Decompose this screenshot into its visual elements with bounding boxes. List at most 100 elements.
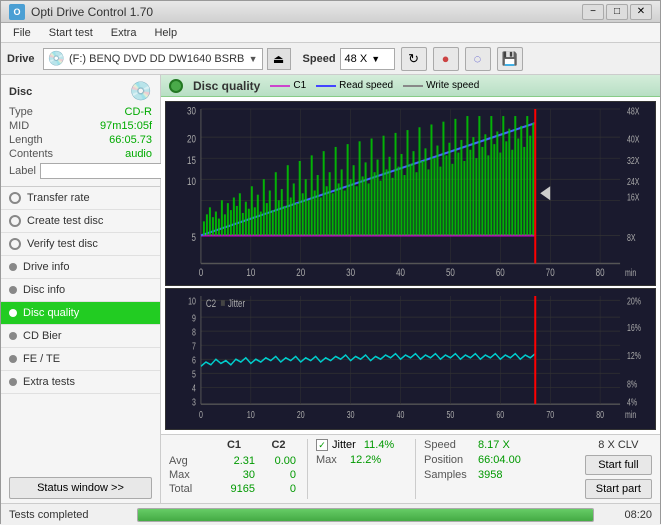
jitter-checkbox[interactable]: ✓ [316,439,328,451]
svg-text:40: 40 [396,267,405,280]
nav-icon-create-test-disc [9,215,21,227]
nav-label-verify-test-disc: Verify test disc [27,238,98,250]
nav-item-create-test-disc[interactable]: Create test disc [1,210,160,233]
burn-button[interactable]: ● [433,47,459,71]
disc-type-value: CD-R [125,106,153,118]
svg-text:8X: 8X [627,232,636,244]
menu-help[interactable]: Help [146,25,185,41]
svg-text:40X: 40X [627,134,640,146]
svg-text:8: 8 [192,326,196,338]
menu-extra[interactable]: Extra [103,25,145,41]
svg-text:Jitter: Jitter [228,298,246,311]
svg-text:30: 30 [187,105,196,118]
avg-c1: 2.31 [213,455,255,467]
save-button[interactable]: 💾 [497,47,523,71]
drivebar: Drive 💿 (F:) BENQ DVD DD DW1640 BSRB ▼ ⏏… [1,43,660,75]
svg-text:20: 20 [297,409,305,421]
nav-icon-disc-quality [9,309,17,317]
svg-text:7: 7 [192,340,196,352]
nav-item-transfer-rate[interactable]: Transfer rate [1,187,160,210]
nav-label-fe-te: FE / TE [23,353,60,365]
speed-type: 8 X CLV [585,439,652,451]
nav-item-disc-quality[interactable]: Disc quality [1,302,160,325]
jitter-max-label: Max [316,454,344,466]
stats-panel: C1 C2 Avg 2.31 0.00 Max 30 0 Total 9165 … [161,434,660,503]
nav-item-cd-bier[interactable]: CD Bier [1,325,160,348]
menubar: File Start test Extra Help [1,23,660,43]
svg-text:60: 60 [496,267,505,280]
position-val: 66:04.00 [478,454,521,466]
main-layout: Disc 💿 Type CD-R MID 97m15:05f Length 66… [1,75,660,503]
chart-header-icon [169,79,183,93]
svg-text:min: min [625,267,636,279]
svg-text:16X: 16X [627,191,640,203]
nav-icon-verify-test-disc [9,238,21,250]
legend-c1: C1 [270,80,306,91]
nav-label-transfer-rate: Transfer rate [27,192,90,204]
menu-start-test[interactable]: Start test [41,25,101,41]
col-blank [169,439,207,451]
disc-mid-value: 97m15:05f [100,120,152,132]
nav-item-fe-te[interactable]: FE / TE [1,348,160,371]
legend-c1-color [270,85,290,87]
nav-item-disc-info[interactable]: Disc info [1,279,160,302]
start-full-button[interactable]: Start full [585,455,652,475]
erase-button[interactable]: ◌ [465,47,491,71]
drive-dropdown-arrow: ▼ [249,54,258,64]
disc-contents-value: audio [125,148,152,160]
svg-text:40: 40 [397,409,405,421]
nav-item-extra-tests[interactable]: Extra tests [1,371,160,394]
legend-write-color [403,85,423,87]
max-label: Max [169,469,207,481]
legend-read-color [316,85,336,87]
svg-text:6: 6 [192,354,196,366]
maximize-button[interactable]: □ [606,4,628,20]
disc-contents-row: Contents audio [9,148,152,160]
disc-type-label: Type [9,106,33,118]
svg-text:50: 50 [446,267,455,280]
svg-text:50: 50 [447,409,455,421]
minimize-button[interactable]: − [582,4,604,20]
col-c2-header: C2 [261,439,296,451]
nav-item-verify-test-disc[interactable]: Verify test disc [1,233,160,256]
menu-file[interactable]: File [5,25,39,41]
col-c1-header: C1 [213,439,255,451]
top-chart: 30 20 15 10 5 0 10 20 30 40 50 60 70 80 … [165,101,656,286]
jitter-label: Jitter [332,439,356,451]
svg-text:10: 10 [188,295,196,307]
top-chart-svg: 30 20 15 10 5 0 10 20 30 40 50 60 70 80 … [166,102,655,285]
total-label: Total [169,483,207,495]
eject-button[interactable]: ⏏ [267,48,291,70]
disc-icon: 💿 [130,81,152,102]
close-button[interactable]: ✕ [630,4,652,20]
bottom-chart-svg: 10 9 8 7 6 5 4 3 0 10 20 30 40 50 60 70 [166,289,655,429]
nav-items: Transfer rate Create test disc Verify te… [1,187,160,473]
svg-text:20%: 20% [627,295,641,307]
disc-mid-row: MID 97m15:05f [9,120,152,132]
jitter-max-val: 12.2% [350,454,381,466]
nav-icon-drive-info [9,263,17,271]
start-part-button[interactable]: Start part [585,479,652,499]
drive-icon: 💿 [48,50,65,67]
legend-read-label: Read speed [339,80,393,91]
refresh-button[interactable]: ↻ [401,47,427,71]
sidebar: Disc 💿 Type CD-R MID 97m15:05f Length 66… [1,75,161,503]
chart-title: Disc quality [193,79,260,93]
drive-select[interactable]: 💿 (F:) BENQ DVD DD DW1640 BSRB ▼ [43,48,263,70]
titlebar: O Opti Drive Control 1.70 − □ ✕ [1,1,660,23]
titlebar-left: O Opti Drive Control 1.70 [9,4,153,20]
titlebar-controls: − □ ✕ [582,4,652,20]
legend-c1-label: C1 [293,80,306,91]
nav-icon-disc-info [9,286,17,294]
chart-legend: C1 Read speed Write speed [270,80,479,91]
svg-text:0: 0 [199,267,204,280]
svg-text:20: 20 [187,134,196,147]
svg-text:5: 5 [191,232,195,245]
speed-select[interactable]: 48 X ▼ [340,48,395,70]
nav-item-drive-info[interactable]: Drive info [1,256,160,279]
disc-label-input[interactable] [40,163,174,179]
legend-read-speed: Read speed [316,80,393,91]
svg-text:48X: 48X [627,105,640,117]
progress-fill [138,509,593,521]
status-window-button[interactable]: Status window >> [9,477,152,499]
